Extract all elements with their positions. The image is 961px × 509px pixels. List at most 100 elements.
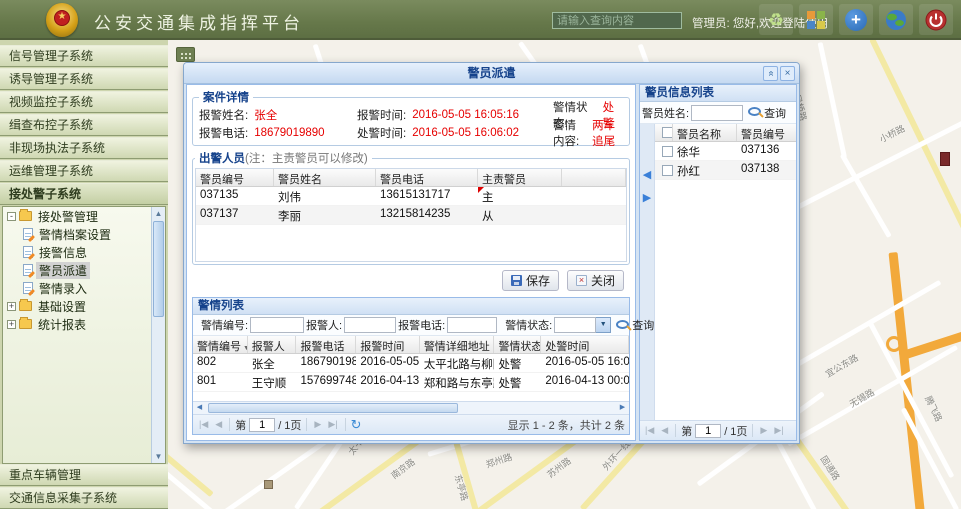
scroll-up-icon[interactable]: ▲ (152, 207, 165, 220)
transfer-right-button[interactable]: ▶ (643, 193, 651, 204)
field-value: 18679019890 (254, 127, 324, 139)
table-row[interactable]: 801 王守顺 15769974813 2016-04-13 12:... 郑和… (193, 373, 629, 392)
filter-alert-id-input[interactable] (250, 317, 304, 333)
select-all-checkbox[interactable] (662, 127, 673, 138)
table-row[interactable]: 037135 刘伟 13615131717 主 (196, 187, 626, 206)
tree-item-officer-dispatch[interactable]: 警员派遣 (36, 262, 90, 279)
prev-page-button[interactable]: ◀ (213, 419, 224, 430)
prev-page-button[interactable]: ◀ (659, 425, 670, 436)
tree-item-alert-info[interactable]: 接警信息 (36, 244, 90, 261)
horizontal-scrollbar[interactable]: ◀ ▶ (193, 401, 629, 414)
transfer-left-button[interactable]: ◀ (643, 170, 651, 181)
next-page-button[interactable]: ▶ (758, 425, 769, 436)
cell-lead-flag[interactable]: 主 (478, 187, 562, 205)
tree-item-archive-settings[interactable]: 警情档案设置 (36, 226, 114, 243)
scroll-right-icon[interactable]: ▶ (616, 402, 629, 414)
dispatch-legend-note: (注：主责警员可以修改) (245, 153, 368, 165)
table-row[interactable]: 037137 李丽 13215814235 从 (196, 206, 626, 225)
alert-status-input[interactable] (554, 317, 596, 333)
filter-phone-input[interactable] (447, 317, 497, 333)
alert-status-select[interactable]: ▼ (554, 317, 611, 333)
globe-icon[interactable] (879, 4, 913, 35)
chevron-down-icon[interactable]: ▼ (596, 317, 611, 333)
refresh-icon[interactable]: ↻ (351, 417, 362, 433)
scrollbar-thumb[interactable] (208, 403, 458, 413)
dialog-title: 警员派遣 (467, 66, 515, 80)
column-header[interactable]: 报警时间 (356, 336, 419, 353)
expand-node-icon[interactable]: + (7, 302, 16, 311)
row-checkbox[interactable] (662, 165, 673, 176)
transfer-gutter: ◀ ▶ (640, 124, 655, 420)
cell-officer-id: 037136 (737, 142, 795, 160)
table-row[interactable]: 徐华 037136 (655, 142, 796, 161)
save-button[interactable]: 保存 (502, 270, 559, 291)
collapse-node-icon[interactable]: - (7, 212, 16, 221)
last-page-button[interactable]: ▶| (326, 419, 339, 430)
cell-status: 处警 (494, 373, 541, 391)
sidebar-item-guidance[interactable]: 诱导管理子系统 (0, 68, 168, 90)
column-header[interactable]: 警员编号 (737, 124, 795, 141)
column-header[interactable]: 报警电话 (296, 336, 356, 353)
close-button[interactable]: ×关闭 (567, 270, 624, 291)
panel-toggle-button[interactable] (176, 47, 195, 62)
page-number-input[interactable] (695, 424, 721, 438)
header-search-input[interactable] (552, 12, 682, 29)
column-header[interactable]: 处警时间 (541, 336, 629, 353)
sidebar-item-signal[interactable]: 信号管理子系统 (0, 45, 168, 67)
dialog-titlebar[interactable]: 警员派遣 « × (184, 63, 799, 84)
column-header[interactable]: 警员电话 (376, 169, 478, 186)
tree-node-statistics[interactable]: 统计报表 (35, 316, 89, 333)
close-dialog-button[interactable]: × (780, 66, 795, 81)
column-header[interactable]: 主责警员 (478, 169, 562, 186)
apps-grid-icon[interactable] (799, 4, 833, 35)
scroll-down-icon[interactable]: ▼ (152, 450, 165, 463)
row-checkbox[interactable] (662, 146, 673, 157)
recycle-icon[interactable]: ♻ (759, 4, 793, 35)
sidebar-item-dispatch-system[interactable]: 接处警子系统 (0, 183, 168, 205)
add-icon[interactable]: + (839, 4, 873, 35)
cell-address: 太平北路与柳园路... (420, 354, 495, 372)
scrollbar-thumb[interactable] (153, 221, 164, 317)
officer-name-input[interactable] (691, 105, 743, 121)
filter-caller-input[interactable] (344, 317, 396, 333)
table-row[interactable]: 孙红 037138 (655, 161, 796, 180)
column-header-sorted[interactable]: 警情编号▼ (193, 336, 248, 353)
tree-item-alert-entry[interactable]: 警情录入 (36, 280, 90, 297)
sidebar-item-offsite[interactable]: 非现场执法子系统 (0, 137, 168, 159)
alert-table: 警情编号▼ 报警人 报警电话 报警时间 警情详细地址 警情状态 处警时间 802… (193, 336, 629, 414)
officer-search-button[interactable]: 查询 (764, 105, 786, 121)
tree-node-dispatch-mgmt[interactable]: 接处警管理 (35, 208, 101, 225)
column-header[interactable]: 报警人 (248, 336, 297, 353)
column-header[interactable]: 警员姓名 (274, 169, 376, 186)
alert-search-button[interactable]: 查询 (632, 317, 654, 333)
field-label: 报警姓名: (199, 107, 248, 123)
sidebar-item-traffic-info[interactable]: 交通信息采集子系统 (0, 487, 168, 509)
first-page-button[interactable]: |◀ (643, 425, 656, 436)
page-suffix: / 1页 (278, 417, 301, 433)
power-icon[interactable] (919, 4, 953, 35)
column-header[interactable]: 警情详细地址 (420, 336, 495, 353)
next-page-button[interactable]: ▶ (312, 419, 323, 430)
cell-lead-flag[interactable]: 从 (478, 206, 562, 224)
column-header[interactable]: 警员编号 (196, 169, 274, 186)
last-page-button[interactable]: ▶| (772, 425, 785, 436)
sidebar-item-key-vehicles[interactable]: 重点车辆管理 (0, 464, 168, 486)
sidebar-item-ops[interactable]: 运维管理子系统 (0, 160, 168, 182)
table-row[interactable]: 802 张全 18679019890 2016-05-05 16:... 太平北… (193, 354, 629, 373)
collapse-dialog-button[interactable]: « (763, 66, 778, 81)
dispatch-legend: 出警人员(注：主责警员可以修改) (195, 150, 372, 166)
cell-officer-name: 孙红 (673, 161, 737, 179)
expand-node-icon[interactable]: + (7, 320, 16, 329)
tree-node-base-settings[interactable]: 基础设置 (35, 298, 89, 315)
first-page-button[interactable]: |◀ (197, 419, 210, 430)
app-title: 公安交通集成指挥平台 (94, 9, 304, 34)
map-interchange-loop (886, 336, 902, 352)
column-header[interactable]: 警员名称 (673, 124, 737, 141)
page-number-input[interactable] (249, 418, 275, 432)
sidebar-item-video[interactable]: 视频监控子系统 (0, 91, 168, 113)
scroll-left-icon[interactable]: ◀ (193, 402, 206, 414)
tree-scrollbar[interactable]: ▲ ▼ (151, 207, 165, 463)
column-header[interactable]: 警情状态 (494, 336, 541, 353)
folder-icon (19, 211, 32, 221)
sidebar-item-investigation[interactable]: 缉查布控子系统 (0, 114, 168, 136)
